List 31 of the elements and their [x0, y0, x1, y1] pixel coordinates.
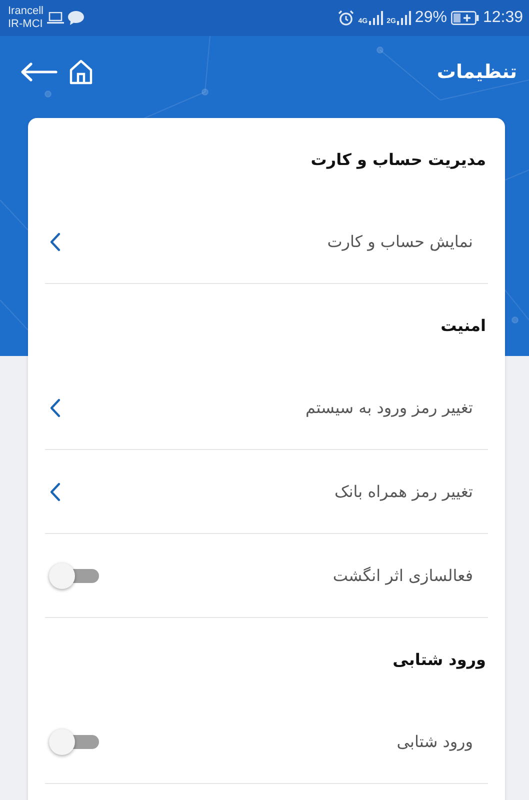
section-title: امنیت [440, 316, 486, 334]
chevron-left-icon [49, 482, 61, 502]
row-label: ورود شتابی [396, 732, 473, 751]
chat-bubble-icon [68, 11, 84, 25]
signal-icon [368, 11, 383, 25]
row-label: تغییر رمز همراه بانک [334, 482, 473, 501]
row-label: فعالسازی اثر انگشت [332, 566, 473, 585]
section-title: ورود شتابی [392, 650, 486, 668]
home-button[interactable] [68, 59, 94, 85]
home-icon [68, 59, 94, 85]
battery-percent: 29% [414, 9, 447, 27]
chevron-left-icon [49, 398, 61, 418]
back-arrow-icon [20, 62, 58, 82]
toggle-switch[interactable] [49, 562, 99, 588]
alarm-icon [338, 10, 354, 26]
back-button[interactable] [20, 62, 58, 82]
section-title: مدیریت حساب و کارت [310, 150, 486, 168]
settings-row[interactable]: تغییر رمز ورود به سیستم [45, 366, 488, 450]
screen-title: تنظیمات [436, 61, 517, 83]
carrier-name: IR-MCI [8, 18, 44, 31]
settings-row[interactable]: نمایش حساب و کارت [45, 200, 488, 284]
battery-charging-icon [450, 11, 479, 25]
clock-time: 12:39 [482, 9, 523, 27]
settings-row[interactable]: تغییر رمز همراه بانک [45, 450, 488, 534]
signal-icon [396, 11, 411, 25]
carrier-name: Irancell [8, 5, 44, 18]
chevron-left-icon [49, 232, 61, 252]
toggle-switch[interactable] [49, 728, 99, 754]
row-label: نمایش حساب و کارت [327, 232, 473, 251]
row-label: تغییر رمز ورود به سیستم [306, 398, 473, 417]
laptop-icon [47, 12, 64, 24]
